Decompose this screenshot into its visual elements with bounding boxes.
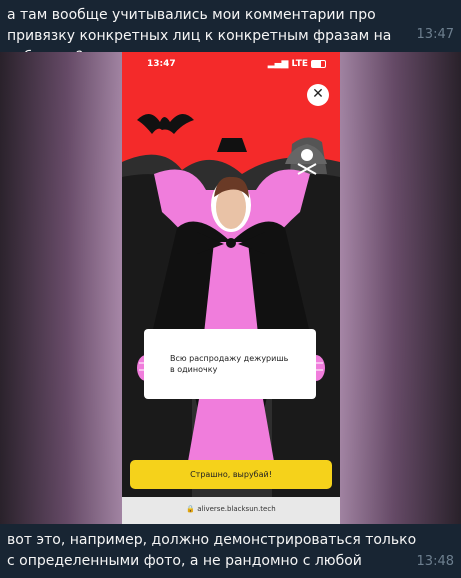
incoming-message-bottom: вот это, например, должно демонстрироват…: [0, 524, 461, 578]
battery-icon: [311, 60, 326, 68]
browser-url-bar: 🔒 aliverse.blacksun.tech: [122, 497, 340, 524]
signal-icon: ▂▄▆: [267, 59, 289, 69]
message-time: 13:48: [416, 554, 454, 569]
placard-card: Всю распродажу дежуришь в одиночку: [144, 329, 316, 399]
network-label: LTE: [291, 59, 308, 69]
status-bar: 13:47 ▂▄▆ LTE: [122, 52, 340, 82]
message-time: 13:47: [416, 27, 454, 42]
phone-screenshot: 13:47 ▂▄▆ LTE ✕ Всю распродажу дежуришь …: [122, 52, 340, 524]
placard-text: Всю распродажу дежуришь в одиночку: [170, 354, 289, 374]
cta-button[interactable]: Страшно, вырубай!: [130, 460, 332, 489]
close-button[interactable]: ✕: [307, 84, 329, 106]
photo-blur-left: [0, 52, 122, 524]
incoming-message-top: а там вообще учитывались мои комментарии…: [0, 0, 461, 65]
attached-photo[interactable]: 13:47 ▂▄▆ LTE ✕ Всю распродажу дежуришь …: [0, 52, 461, 524]
status-indicators: ▂▄▆ LTE: [268, 59, 326, 69]
dracula-illustration: [122, 52, 340, 524]
photo-blur-right: [339, 52, 461, 524]
lock-icon: 🔒: [186, 505, 198, 513]
status-time: 13:47: [147, 59, 176, 69]
url-text: 🔒 aliverse.blacksun.tech: [122, 505, 340, 513]
url-label: aliverse.blacksun.tech: [197, 505, 276, 513]
message-text: вот это, например, должно демонстрироват…: [7, 532, 417, 569]
